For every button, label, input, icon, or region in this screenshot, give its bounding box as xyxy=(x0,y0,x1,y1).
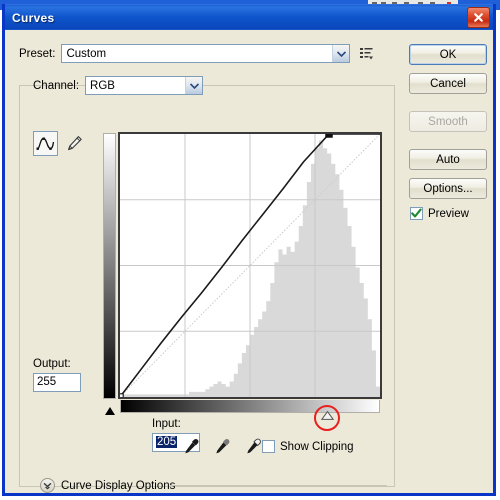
show-clipping-box xyxy=(262,440,275,453)
preview-checkbox[interactable]: Preview xyxy=(410,207,487,220)
curve-display-options-rule xyxy=(171,485,387,486)
smooth-button: Smooth xyxy=(409,111,487,132)
curves-graph xyxy=(103,129,383,413)
channel-dropdown-arrow[interactable] xyxy=(185,77,203,94)
channel-label: Channel: xyxy=(33,79,80,92)
eyedropper-icon xyxy=(216,439,230,454)
output-gradient-bar xyxy=(103,133,116,399)
options-button[interactable]: Options... xyxy=(409,178,487,199)
curve-plot-svg xyxy=(120,134,380,397)
channel-row: Channel: RGB xyxy=(33,76,204,95)
close-button[interactable] xyxy=(467,7,490,28)
curve-tools xyxy=(33,131,87,156)
output-label: Output: xyxy=(33,358,71,370)
dialog-button-column: OK Cancel Smooth Auto Options... Preview xyxy=(409,44,487,220)
preset-dropdown-arrow[interactable] xyxy=(332,45,350,62)
auto-button[interactable]: Auto xyxy=(409,149,487,170)
dialog-title: Curves xyxy=(12,11,55,25)
channel-value: RGB xyxy=(90,79,115,92)
preset-menu-icon[interactable] xyxy=(359,46,374,61)
input-gradient-bar xyxy=(120,400,380,413)
preview-checkbox-box xyxy=(410,207,423,220)
preset-row: Preset: Custom xyxy=(19,44,374,63)
curve-tool-button[interactable] xyxy=(33,131,58,156)
button-gap xyxy=(409,140,487,149)
list-menu-icon xyxy=(360,48,374,60)
input-value: 205 xyxy=(156,436,178,448)
chevron-down-icon xyxy=(40,478,55,493)
channel-dropdown[interactable]: RGB xyxy=(85,76,204,95)
curves-dialog: Curves Preset: Custom Channel: RGB Outpu… xyxy=(2,4,496,496)
preset-value: Custom xyxy=(66,47,107,60)
show-clipping-checkbox[interactable]: Show Clipping xyxy=(262,440,354,453)
close-icon xyxy=(474,13,483,22)
eyedropper-icon xyxy=(185,439,199,454)
black-point-eyedropper[interactable] xyxy=(183,438,200,455)
preview-label: Preview xyxy=(428,207,469,220)
button-gap xyxy=(409,102,487,111)
white-point-eyedropper[interactable] xyxy=(245,438,262,455)
preset-dropdown[interactable]: Custom xyxy=(61,44,351,63)
pencil-tool-icon xyxy=(68,136,82,151)
chevron-down-icon xyxy=(336,50,346,57)
gray-point-eyedropper[interactable] xyxy=(214,438,231,455)
eyedropper-icon xyxy=(247,438,261,454)
curve-display-options-label: Curve Display Options xyxy=(61,479,176,492)
output-input[interactable]: 255 xyxy=(33,373,81,392)
input-label: Input: xyxy=(152,418,181,430)
curve-tool-icon xyxy=(36,137,55,150)
cancel-button[interactable]: Cancel xyxy=(409,73,487,94)
ok-button[interactable]: OK xyxy=(409,44,487,65)
chevron-down-icon xyxy=(189,82,199,89)
curve-plot-area[interactable] xyxy=(118,132,382,399)
highlight-annotation-circle xyxy=(314,405,340,431)
curve-display-options-toggle[interactable]: Curve Display Options xyxy=(40,478,175,493)
pencil-tool-button[interactable] xyxy=(62,131,87,156)
double-chevron-down-icon xyxy=(43,482,52,489)
black-input-marker[interactable] xyxy=(105,407,115,415)
output-field-block: Output: 255 xyxy=(33,358,81,392)
check-icon xyxy=(411,208,422,218)
eyedropper-tools xyxy=(183,438,262,455)
dialog-body: Preset: Custom Channel: RGB Output: 255 … xyxy=(5,30,493,493)
show-clipping-label: Show Clipping xyxy=(280,440,354,453)
dialog-titlebar[interactable]: Curves xyxy=(5,4,493,31)
preset-label: Preset: xyxy=(19,47,56,60)
